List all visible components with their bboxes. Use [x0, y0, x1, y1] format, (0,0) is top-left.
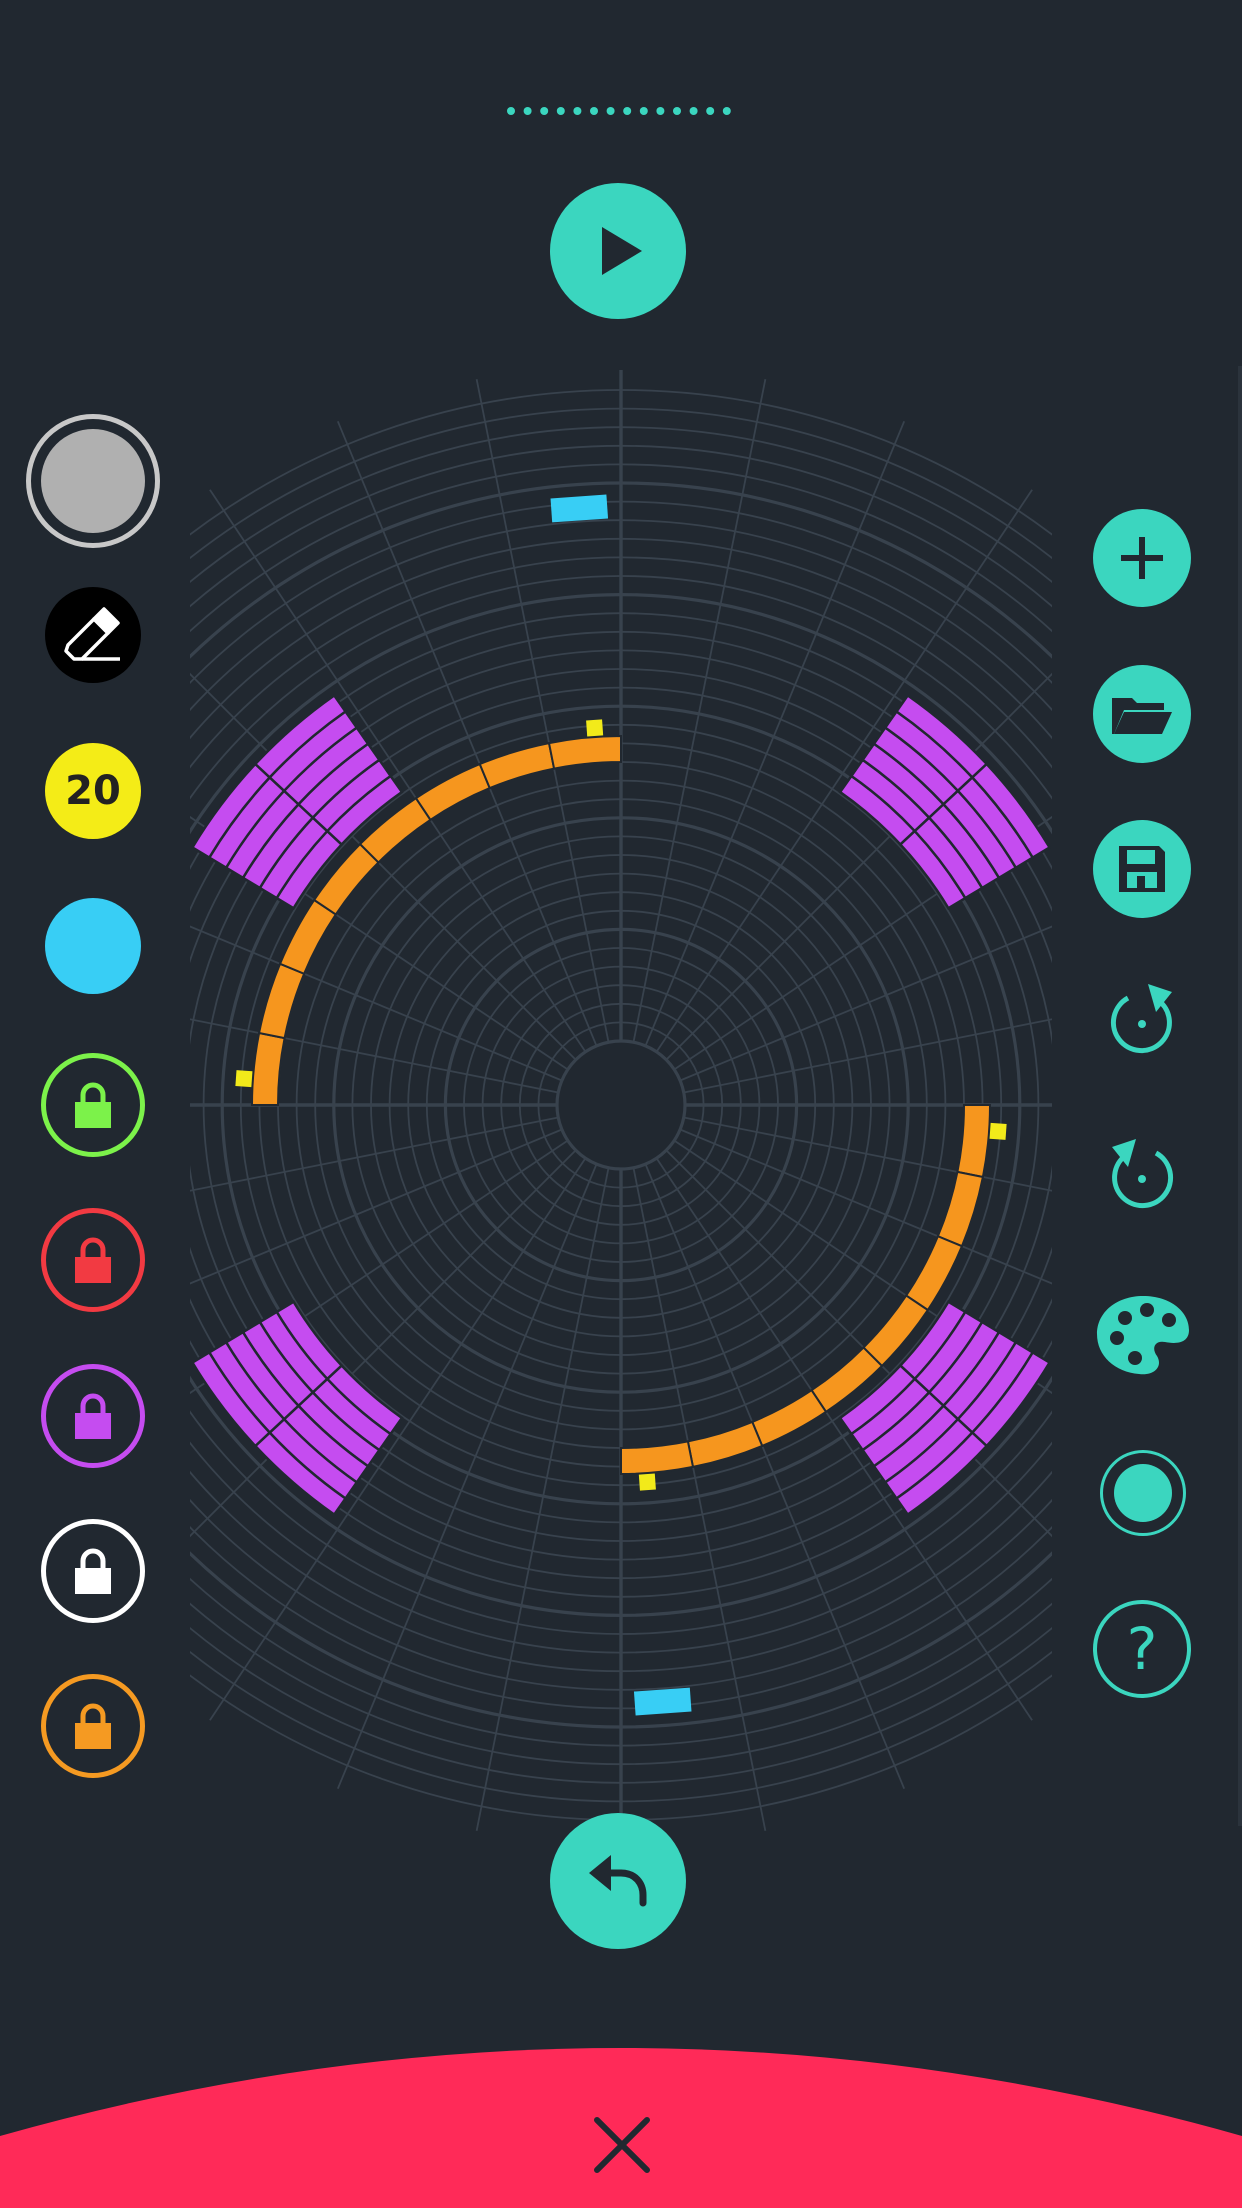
right-rail-edge	[1238, 366, 1242, 1826]
cyan-marker	[550, 494, 609, 523]
progress-dots	[507, 107, 731, 115]
cyan-marker	[633, 1687, 692, 1716]
eraser-button[interactable]	[45, 587, 141, 683]
orange-segment	[750, 1388, 828, 1448]
lock-purple-button[interactable]	[41, 1364, 145, 1468]
orange-segment	[936, 1170, 985, 1248]
record-icon	[1114, 1464, 1172, 1522]
progress-dot	[722, 107, 731, 115]
progress-dot	[606, 107, 615, 115]
grid-spoke	[475, 379, 610, 1043]
selected-color-swatch[interactable]	[26, 414, 160, 548]
grid-spoke	[475, 1167, 610, 1831]
yellow-marker	[586, 719, 604, 737]
grid-ring	[555, 1039, 687, 1171]
progress-dot	[623, 107, 632, 115]
lock-orange-button[interactable]	[41, 1674, 145, 1778]
progress-dot	[706, 107, 715, 115]
color-cyan-button[interactable]	[45, 898, 141, 994]
folder-icon	[1112, 698, 1172, 734]
palette-icon	[1097, 1296, 1189, 1375]
progress-dot	[673, 107, 681, 115]
grid-spoke	[632, 379, 767, 1043]
grid-spoke	[632, 1167, 767, 1831]
orange-segment	[414, 762, 492, 822]
progress-dot	[556, 107, 565, 115]
count-badge[interactable]: 20	[45, 743, 141, 839]
play-icon	[602, 227, 642, 275]
orange-segment	[257, 962, 306, 1040]
progress-dot	[689, 107, 698, 115]
lock-icon	[75, 1703, 111, 1749]
progress-dot	[656, 107, 665, 115]
help-icon: ?	[1126, 1615, 1158, 1683]
undo-button[interactable]	[550, 1813, 686, 1949]
yellow-marker	[235, 1070, 253, 1088]
rotate-ccw-icon	[1112, 1139, 1174, 1209]
yellow-marker	[989, 1122, 1007, 1140]
palette-button[interactable]	[1093, 1290, 1193, 1380]
save-icon	[1119, 846, 1165, 892]
rotate-counterclockwise-button[interactable]	[1100, 1135, 1184, 1219]
grid-spokes	[190, 370, 1052, 1840]
rotate-clockwise-button[interactable]	[1100, 980, 1184, 1064]
orange-segment	[904, 1234, 964, 1312]
progress-dot	[540, 107, 549, 115]
progress-dot	[507, 107, 515, 115]
progress-dot	[590, 107, 598, 115]
lock-icon	[75, 1548, 111, 1594]
progress-dot	[573, 107, 582, 115]
orange-segment	[956, 1104, 992, 1179]
orange-segment	[478, 741, 556, 790]
orange-segment	[547, 734, 622, 770]
lock-red-button[interactable]	[41, 1208, 145, 1312]
rotate-cw-icon	[1110, 984, 1172, 1054]
undo-icon	[589, 1855, 647, 1907]
progress-dot	[523, 107, 532, 115]
polar-grid-board[interactable]	[190, 370, 1052, 1840]
orange-segment	[250, 1031, 286, 1106]
orange-segment	[620, 1440, 695, 1476]
count-badge-label: 20	[65, 768, 121, 814]
lock-icon	[75, 1082, 111, 1128]
orange-segment	[686, 1420, 764, 1469]
eraser-icon	[64, 607, 120, 661]
yellow-marker	[638, 1473, 656, 1491]
lock-white-button[interactable]	[41, 1519, 145, 1623]
save-button[interactable]	[1093, 820, 1191, 918]
add-button[interactable]	[1093, 509, 1191, 607]
swatch-fill	[41, 429, 145, 533]
plus-icon	[1121, 537, 1163, 579]
record-button[interactable]	[1100, 1450, 1186, 1536]
lock-icon	[75, 1237, 111, 1283]
play-button[interactable]	[550, 183, 686, 319]
open-folder-button[interactable]	[1093, 665, 1191, 763]
help-button[interactable]: ?	[1093, 1600, 1191, 1698]
progress-dot	[639, 107, 648, 115]
orange-segment	[278, 898, 338, 976]
lock-green-button[interactable]	[41, 1053, 145, 1157]
close-bar[interactable]	[0, 2030, 1242, 2208]
lock-icon	[75, 1393, 111, 1439]
